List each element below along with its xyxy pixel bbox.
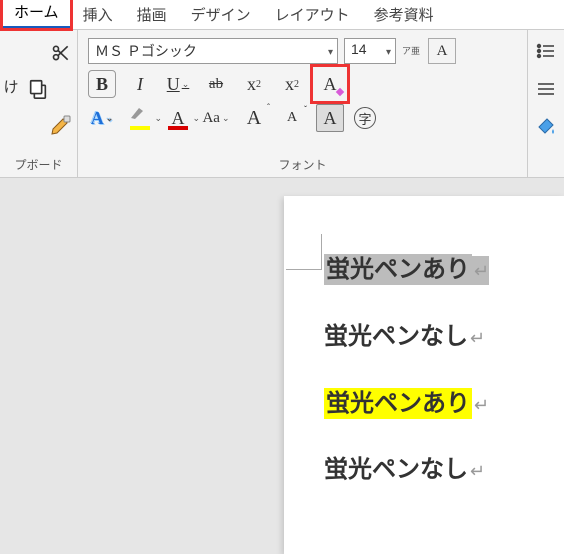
return-mark-icon: ↵ (474, 395, 489, 415)
underline-label: U (167, 74, 180, 95)
font-name-select[interactable]: ＭＳ Ｐゴシック ▾ (88, 38, 338, 64)
tab-layout[interactable]: レイアウト (263, 0, 362, 29)
text-line-2-content: 蛍光ペンなし (324, 323, 468, 350)
grow-font-button[interactable]: A ˆ (240, 104, 268, 132)
text-line-1-content: 蛍光ペンあり (324, 254, 472, 285)
subscript-sub: 2 (256, 79, 261, 90)
bold-button[interactable]: B (88, 70, 116, 98)
bullets-icon (536, 43, 556, 59)
subscript-base: x (247, 74, 256, 95)
tab-draw[interactable]: 描画 (125, 0, 179, 29)
scissors-icon (51, 43, 71, 63)
strike-button[interactable]: ab (202, 70, 230, 98)
chevron-down-icon: ▾ (386, 47, 391, 58)
align-icon (536, 81, 556, 97)
chevron-down-icon: ⌄ (222, 113, 230, 124)
font-name-value: ＭＳ Ｐゴシック (95, 43, 197, 59)
clipboard-group-label: プボード (0, 156, 77, 173)
chevron-down-icon: ˇ (304, 104, 307, 114)
subscript-button[interactable]: x2 (240, 70, 268, 98)
chevron-down-icon: ▾ (328, 47, 333, 58)
cut-button[interactable] (48, 40, 74, 66)
tab-insert[interactable]: 挿入 (71, 0, 125, 29)
font-size-value: 14 (351, 41, 367, 57)
superscript-base: x (285, 74, 294, 95)
return-mark-icon: ↵ (470, 328, 485, 348)
paragraph-group-partial (528, 30, 564, 177)
text-line-3-content: 蛍光ペンあり (324, 388, 472, 419)
chevron-down-icon: ⌄ (182, 79, 190, 90)
paint-bucket-icon (535, 117, 557, 137)
align-button[interactable] (533, 76, 559, 102)
superscript-button[interactable]: x2 (278, 70, 306, 98)
text-effects-button[interactable]: A ⌄ (88, 104, 116, 132)
chevron-down-icon: ⌄ (106, 113, 114, 124)
ruby-button[interactable]: ア亜 (402, 47, 422, 56)
return-mark-icon: ↵ (470, 461, 485, 481)
return-mark-icon: ↵ (474, 261, 489, 281)
italic-button[interactable]: I (126, 70, 154, 98)
text-line-2[interactable]: 蛍光ペンなし↵ (324, 323, 485, 352)
change-case-label: Aa (202, 110, 220, 127)
shrink-font-label: A (287, 110, 297, 126)
chevron-down-icon: ⌄ (192, 113, 200, 124)
copy-icon (27, 78, 49, 100)
copy-button[interactable] (25, 76, 51, 102)
text-line-4-content: 蛍光ペンなし (324, 456, 468, 483)
highlight-button[interactable]: ⌄ (126, 104, 154, 132)
fill-button[interactable] (533, 114, 559, 140)
underline-button[interactable]: U ⌄ (164, 70, 192, 98)
char-border-button[interactable]: A (428, 38, 456, 64)
diamond-icon (335, 87, 345, 97)
tab-design[interactable]: デザイン (179, 0, 263, 29)
document-area: 蛍光ペンあり↵ 蛍光ペンなし↵ 蛍光ペンあり↵ 蛍光ペンなし↵ (0, 178, 564, 554)
tab-references[interactable]: 参考資料 (362, 0, 446, 29)
ribbon: け プボード ＭＳ Ｐゴシック ▾ 14 ▾ ア亜 A B (0, 30, 564, 178)
font-group: ＭＳ Ｐゴシック ▾ 14 ▾ ア亜 A B I U ⌄ ab x2 x2 (78, 30, 528, 177)
page[interactable]: 蛍光ペンあり↵ 蛍光ペンなし↵ 蛍光ペンあり↵ 蛍光ペンなし↵ (284, 196, 564, 554)
clipboard-group: け プボード (0, 30, 78, 177)
text-line-4[interactable]: 蛍光ペンなし↵ (324, 456, 485, 485)
char-shading-button[interactable]: A (316, 104, 344, 132)
clear-format-button[interactable]: A (316, 70, 344, 98)
paintbrush-icon (49, 113, 73, 137)
superscript-sup: 2 (294, 79, 299, 90)
font-color-button[interactable]: A ⌄ (164, 104, 192, 132)
change-case-button[interactable]: Aa ⌄ (202, 104, 230, 132)
margin-mark-icon (286, 234, 322, 270)
format-painter-button[interactable] (48, 112, 74, 138)
text-line-3[interactable]: 蛍光ペンあり↵ (324, 390, 489, 419)
enclose-char-button[interactable]: 字 (354, 107, 376, 129)
font-size-select[interactable]: 14 ▾ (344, 38, 396, 64)
shrink-font-button[interactable]: A ˇ (278, 104, 306, 132)
bullets-button[interactable] (533, 38, 559, 64)
tab-home[interactable]: ホーム (2, 0, 71, 29)
paste-label: け (4, 76, 19, 102)
highlighter-icon (129, 106, 147, 120)
font-group-label: フォント (78, 156, 527, 173)
text-line-1[interactable]: 蛍光ペンあり↵ (324, 256, 489, 285)
chevron-down-icon: ⌄ (154, 113, 162, 124)
text-effects-label: A (91, 108, 104, 129)
grow-font-label: A (247, 107, 261, 130)
chevron-up-icon: ˆ (267, 102, 270, 112)
tab-bar: ホーム 挿入 描画 デザイン レイアウト 参考資料 (0, 0, 564, 30)
